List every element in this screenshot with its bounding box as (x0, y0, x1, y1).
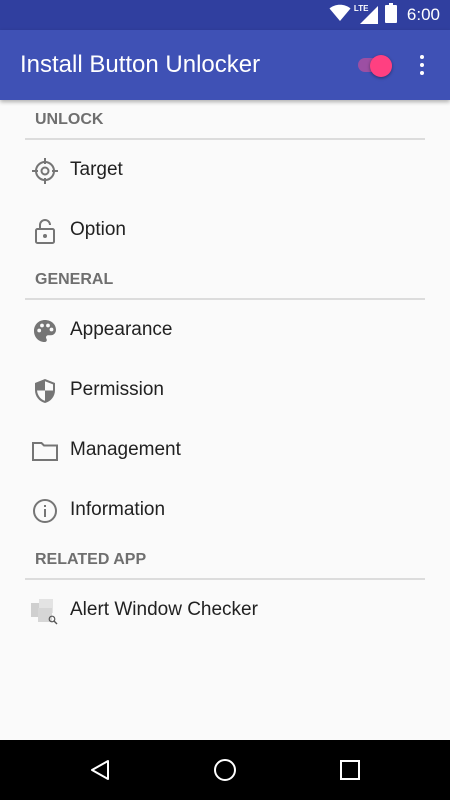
palette-icon (31, 317, 59, 345)
alert-window-checker-app-icon (31, 597, 59, 625)
status-bar: LTE 6:00 (0, 0, 450, 30)
item-label: Management (70, 439, 181, 460)
battery-icon (384, 2, 397, 28)
item-label: Appearance (70, 319, 173, 340)
lock-open-icon (31, 217, 59, 245)
item-label: Permission (70, 379, 164, 400)
master-toggle-switch[interactable] (354, 55, 396, 77)
list-item-alert-window-checker[interactable]: Alert Window Checker (0, 580, 450, 640)
wifi-icon (329, 4, 351, 27)
section-header-unlock: UNLOCK (0, 100, 450, 140)
settings-list: UNLOCK Target Option GENERAL Appearance … (0, 100, 450, 640)
home-icon[interactable] (213, 758, 237, 782)
status-time: 6:00 (406, 5, 440, 24)
item-label: Option (70, 219, 126, 240)
system-navigation-bar (0, 740, 450, 800)
lte-signal-icon: LTE (353, 4, 379, 25)
item-label: Target (70, 159, 123, 180)
network-type-label: LTE (353, 4, 369, 13)
section-header-general: GENERAL (0, 260, 450, 300)
app-bar: Install Button Unlocker (0, 30, 450, 100)
list-item-permission[interactable]: Permission (0, 360, 450, 420)
list-item-option[interactable]: Option (0, 200, 450, 260)
crosshair-icon (31, 157, 59, 185)
item-label: Alert Window Checker (70, 599, 258, 620)
shield-icon (31, 377, 59, 405)
list-item-management[interactable]: Management (0, 420, 450, 480)
list-item-target[interactable]: Target (0, 140, 450, 200)
list-item-appearance[interactable]: Appearance (0, 300, 450, 360)
recents-icon[interactable] (338, 758, 362, 782)
info-icon (31, 497, 59, 525)
item-label: Information (70, 499, 166, 520)
folder-icon (31, 437, 59, 465)
toggle-thumb (370, 55, 392, 77)
section-header-related-app: RELATED APP (0, 540, 450, 580)
back-icon[interactable] (88, 758, 112, 782)
app-title: Install Button Unlocker (20, 51, 261, 78)
status-icons: LTE 6:00 (329, 0, 440, 30)
list-item-information[interactable]: Information (0, 480, 450, 540)
overflow-menu-icon[interactable] (410, 50, 434, 80)
